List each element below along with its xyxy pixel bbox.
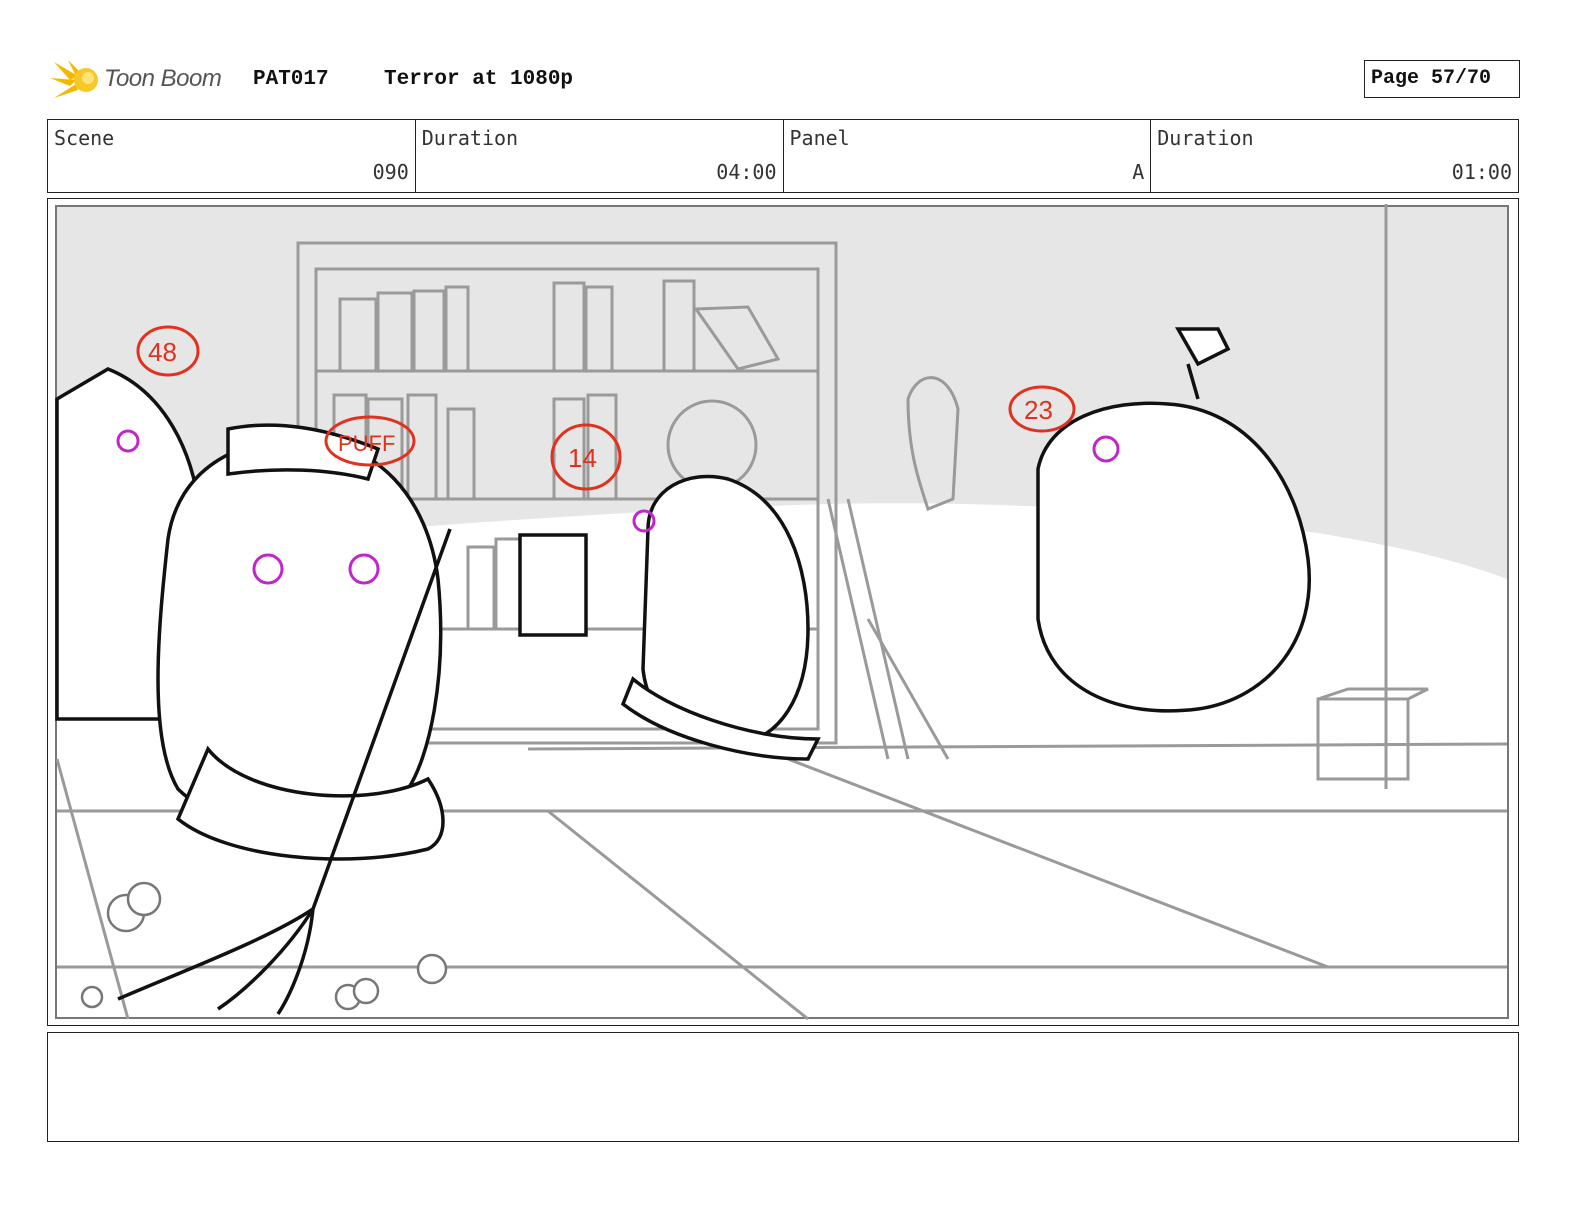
scene-info-table: Scene 090 Duration 04:00 Panel A Duratio… [47,119,1519,193]
scene-value: 090 [372,160,409,184]
page-label: Page 57/70 [1371,67,1492,90]
page-header: Toon Boom PAT017 Terror at 1080p Page 57… [48,56,1520,106]
project-code: PAT017 [253,68,329,91]
brand-name: Toon Boom [104,65,222,92]
panel-cell: Panel A [784,120,1152,192]
annotation-48: 48 [148,337,177,367]
storyboard-panel: 48 PUFF 14 23 [47,198,1519,1026]
scene-duration-label: Duration [421,126,519,150]
panel-notes-box[interactable] [47,1032,1519,1142]
scene-duration-cell: Duration 04:00 [416,120,784,192]
page-indicator: Page 57/70 [1364,60,1520,98]
annotation-14: 14 [568,443,597,473]
scene-label: Scene [54,126,115,150]
panel-value: A [1132,160,1145,184]
scene-cell: Scene 090 [48,120,416,192]
annotation-puff: PUFF [338,431,395,456]
panel-duration-cell: Duration 01:00 [1151,120,1518,192]
panel-label: Panel [789,126,850,150]
annotation-23: 23 [1024,395,1053,425]
project-title: Terror at 1080p [384,68,574,91]
panel-duration-label: Duration [1157,126,1254,150]
toon-boom-logo: Toon Boom [48,56,238,106]
scene-duration-value: 04:00 [716,160,777,184]
panel-duration-value: 01:00 [1451,160,1512,184]
panel-sketch: 48 PUFF 14 23 [55,204,1509,1021]
